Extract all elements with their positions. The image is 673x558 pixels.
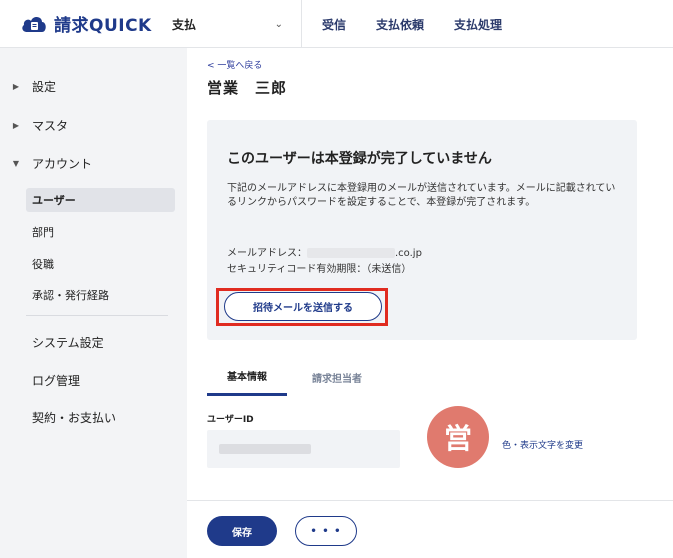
sidebar-divider bbox=[26, 315, 168, 316]
sidebar-item-contract-billing[interactable]: 契約・お支払い bbox=[32, 409, 116, 426]
avatar: 営 bbox=[427, 406, 489, 468]
sidebar-item-settings[interactable]: ▶ 設定 bbox=[0, 78, 187, 95]
logo-text: 請求QUICK bbox=[54, 16, 152, 36]
sidebar-item-log-management[interactable]: ログ管理 bbox=[32, 372, 80, 389]
top-nav: 受信 支払依頼 支払処理 bbox=[322, 0, 502, 48]
sidebar-item-label: アカウント bbox=[32, 157, 93, 171]
nav-payment-processing[interactable]: 支払処理 bbox=[454, 16, 502, 33]
user-id-label: ユーザーID bbox=[207, 415, 254, 425]
tab-bar: 基本情報 請求担当者 bbox=[207, 358, 653, 396]
send-invite-email-button[interactable]: 招待メールを送信する bbox=[224, 292, 382, 321]
notice-email: メールアドレス： .co.jp bbox=[227, 244, 422, 259]
sidebar-item-approval-routes[interactable]: 承認・発行経路 bbox=[26, 283, 175, 307]
page-title: 営業 三郎 bbox=[207, 79, 288, 97]
notice-description: 下記のメールアドレスに本登録用のメールが送信されています。メールに記載されている… bbox=[227, 183, 616, 208]
email-domain-suffix: .co.jp bbox=[395, 248, 422, 259]
nav-payment-request[interactable]: 支払依頼 bbox=[376, 16, 424, 33]
sidebar-item-system-settings[interactable]: システム設定 bbox=[32, 334, 104, 351]
redacted-email bbox=[307, 248, 395, 258]
caret-right-icon: ▶ bbox=[12, 82, 20, 91]
sidebar-item-label: マスタ bbox=[32, 119, 69, 133]
app-switcher-label: 支払 bbox=[172, 17, 197, 32]
sidebar-item-label: 設定 bbox=[32, 80, 57, 94]
sidebar-item-positions[interactable]: 役職 bbox=[26, 252, 175, 276]
sidebar: ▶ 設定 ▶ マスタ ▼ アカウント ユーザー 部門 役職 承認・発行経路 シス… bbox=[0, 48, 187, 558]
back-to-list-link[interactable]: < 一覧へ戻る bbox=[207, 58, 262, 71]
tab-billing-contact[interactable]: 請求担当者 bbox=[307, 358, 367, 396]
notice-heading: このユーザーは本登録が完了していません bbox=[227, 151, 492, 167]
chevron-down-icon: ⌄ bbox=[274, 18, 283, 30]
footer-actions: 保存 • • • bbox=[187, 500, 673, 558]
save-button[interactable]: 保存 bbox=[207, 516, 277, 546]
app-switcher[interactable]: 支払 ⌄ bbox=[172, 0, 302, 48]
cloud-document-icon bbox=[20, 12, 48, 36]
caret-right-icon: ▶ bbox=[12, 121, 20, 130]
email-label: メールアドレス： bbox=[227, 248, 307, 259]
caret-down-icon: ▼ bbox=[12, 159, 20, 168]
sidebar-item-users[interactable]: ユーザー bbox=[26, 188, 175, 212]
sidebar-item-departments[interactable]: 部門 bbox=[26, 220, 175, 244]
top-header: 請求QUICK 支払 ⌄ 受信 支払依頼 支払処理 bbox=[0, 0, 673, 48]
change-color-label-link[interactable]: 色・表示文字を変更 bbox=[502, 438, 583, 451]
tab-basic-info[interactable]: 基本情報 bbox=[207, 358, 287, 396]
redacted-user-id bbox=[219, 444, 311, 454]
user-id-field[interactable] bbox=[207, 430, 400, 468]
more-options-button[interactable]: • • • bbox=[295, 516, 357, 546]
sidebar-item-account[interactable]: ▼ アカウント bbox=[0, 155, 187, 172]
sidebar-item-master[interactable]: ▶ マスタ bbox=[0, 117, 187, 134]
app-logo[interactable]: 請求QUICK bbox=[20, 11, 152, 36]
nav-received[interactable]: 受信 bbox=[322, 16, 346, 33]
security-code-expiry: セキュリティコード有効期限：（未送信） bbox=[227, 264, 412, 275]
